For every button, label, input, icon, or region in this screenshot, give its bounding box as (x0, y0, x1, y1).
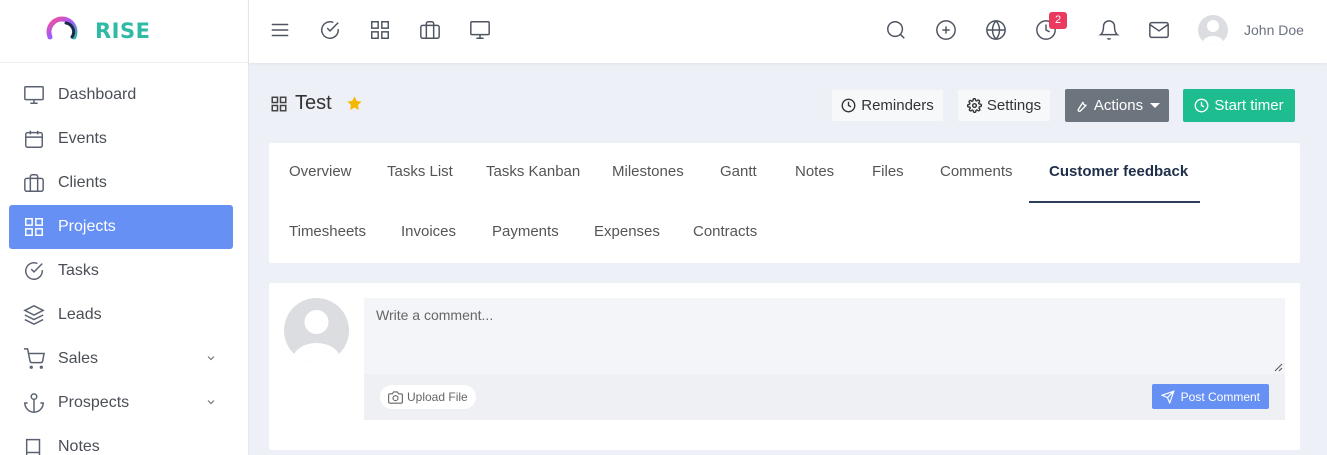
sidebar-item-label: Notes (58, 438, 100, 455)
project-tabs: Overview Tasks List Tasks Kanban Milesto… (269, 143, 1300, 263)
topbar: 2 John Doe (249, 0, 1327, 63)
sidebar-item-label: Prospects (58, 394, 130, 411)
chevron-down-icon[interactable] (205, 352, 217, 364)
actions-label: Actions (1093, 97, 1144, 114)
monitor-icon[interactable] (469, 19, 491, 41)
user-menu[interactable]: John Doe (1198, 15, 1304, 45)
plus-circle-icon[interactable] (935, 19, 957, 41)
sidebar-item-events[interactable]: Events (9, 117, 233, 161)
cart-icon (23, 348, 45, 370)
sidebar-item-leads[interactable]: Leads (9, 293, 233, 337)
timer-badge: 2 (1049, 12, 1067, 29)
sidebar-item-notes[interactable]: Notes (9, 425, 233, 455)
post-comment-button[interactable]: Post Comment (1151, 384, 1269, 409)
start-timer-label: Start timer (1214, 97, 1284, 114)
sidebar-menu: Dashboard Events Clients Projects Tasks … (9, 73, 233, 455)
brand[interactable]: RISE (0, 0, 248, 63)
sidebar-item-label: Projects (58, 218, 116, 235)
tab-tasks-kanban[interactable]: Tasks Kanban (486, 143, 580, 203)
monitor-icon (23, 84, 45, 106)
camera-icon (388, 390, 403, 405)
tab-notes[interactable]: Notes (795, 143, 834, 203)
post-comment-label: Post Comment (1180, 389, 1260, 404)
rise-logo-icon (46, 15, 78, 47)
sidebar-item-label: Sales (58, 350, 99, 367)
book-icon (23, 436, 45, 455)
brand-name: RISE (95, 19, 151, 43)
gear-icon (966, 98, 982, 113)
tab-invoices[interactable]: Invoices (401, 203, 456, 263)
page-title: Test (270, 92, 363, 115)
sidebar-item-label: Clients (58, 174, 107, 191)
check-circle-icon (23, 260, 45, 282)
check-circle-icon[interactable] (319, 19, 341, 41)
tab-customer-feedback[interactable]: Customer feedback (1029, 143, 1200, 203)
anchor-icon (23, 392, 45, 414)
actions-dropdown-button[interactable]: Actions (1065, 89, 1169, 122)
tab-payments[interactable]: Payments (492, 203, 559, 263)
comment-form: Upload File Post Comment (269, 283, 1300, 450)
send-icon (1160, 389, 1175, 404)
upload-file-button[interactable]: Upload File (380, 385, 476, 409)
settings-button[interactable]: Settings (957, 89, 1051, 122)
sidebar-item-projects[interactable]: Projects (9, 205, 233, 249)
sidebar-item-prospects[interactable]: Prospects (9, 381, 233, 425)
sidebar-item-label: Dashboard (58, 86, 137, 103)
reminders-label: Reminders (861, 97, 934, 114)
user-name: John Doe (1244, 22, 1304, 38)
resize-handle-icon[interactable] (1273, 362, 1283, 372)
tab-milestones[interactable]: Milestones (612, 143, 684, 203)
bell-icon[interactable] (1098, 19, 1120, 41)
sidebar-item-dashboard[interactable]: Dashboard (9, 73, 233, 117)
comment-box: Upload File Post Comment (364, 298, 1285, 420)
sidebar-item-label: Tasks (58, 262, 99, 279)
reminders-button[interactable]: Reminders (831, 89, 944, 122)
grid-icon (23, 216, 45, 238)
sidebar: RISE Dashboard Events Clients Projects T… (0, 0, 249, 455)
sidebar-item-tasks[interactable]: Tasks (9, 249, 233, 293)
tab-comments[interactable]: Comments (940, 143, 1013, 203)
settings-label: Settings (986, 97, 1042, 114)
chevron-down-icon[interactable] (205, 396, 217, 408)
grid-icon (270, 95, 288, 113)
briefcase-icon[interactable] (419, 19, 441, 41)
briefcase-icon (23, 172, 45, 194)
wrench-icon (1074, 98, 1089, 113)
menu-icon[interactable] (269, 19, 291, 41)
comment-footer: Upload File Post Comment (364, 374, 1285, 420)
start-timer-button[interactable]: Start timer (1183, 89, 1295, 122)
layers-icon (23, 304, 45, 326)
tab-files[interactable]: Files (872, 143, 904, 203)
caret-down-icon (1150, 103, 1161, 108)
sidebar-item-clients[interactable]: Clients (9, 161, 233, 205)
globe-icon[interactable] (985, 19, 1007, 41)
tab-gantt[interactable]: Gantt (720, 143, 757, 203)
upload-file-label: Upload File (407, 390, 468, 404)
tab-timesheets[interactable]: Timesheets (289, 203, 366, 263)
grid-icon[interactable] (369, 19, 391, 41)
calendar-icon (23, 128, 45, 150)
mail-icon[interactable] (1148, 19, 1170, 41)
sidebar-item-label: Events (58, 130, 107, 147)
project-title: Test (295, 92, 332, 114)
tab-tasks-list[interactable]: Tasks List (387, 143, 453, 203)
avatar (284, 298, 349, 363)
sidebar-item-sales[interactable]: Sales (9, 337, 233, 381)
sidebar-item-label: Leads (58, 306, 102, 323)
avatar (1198, 15, 1228, 45)
tab-contracts[interactable]: Contracts (693, 203, 757, 263)
clock-icon (841, 98, 856, 113)
comment-input[interactable] (364, 298, 1285, 374)
clock-icon (1194, 98, 1209, 113)
tab-overview[interactable]: Overview (289, 143, 352, 203)
search-icon[interactable] (885, 19, 907, 41)
tab-expenses[interactable]: Expenses (594, 203, 660, 263)
star-icon[interactable] (346, 95, 363, 112)
